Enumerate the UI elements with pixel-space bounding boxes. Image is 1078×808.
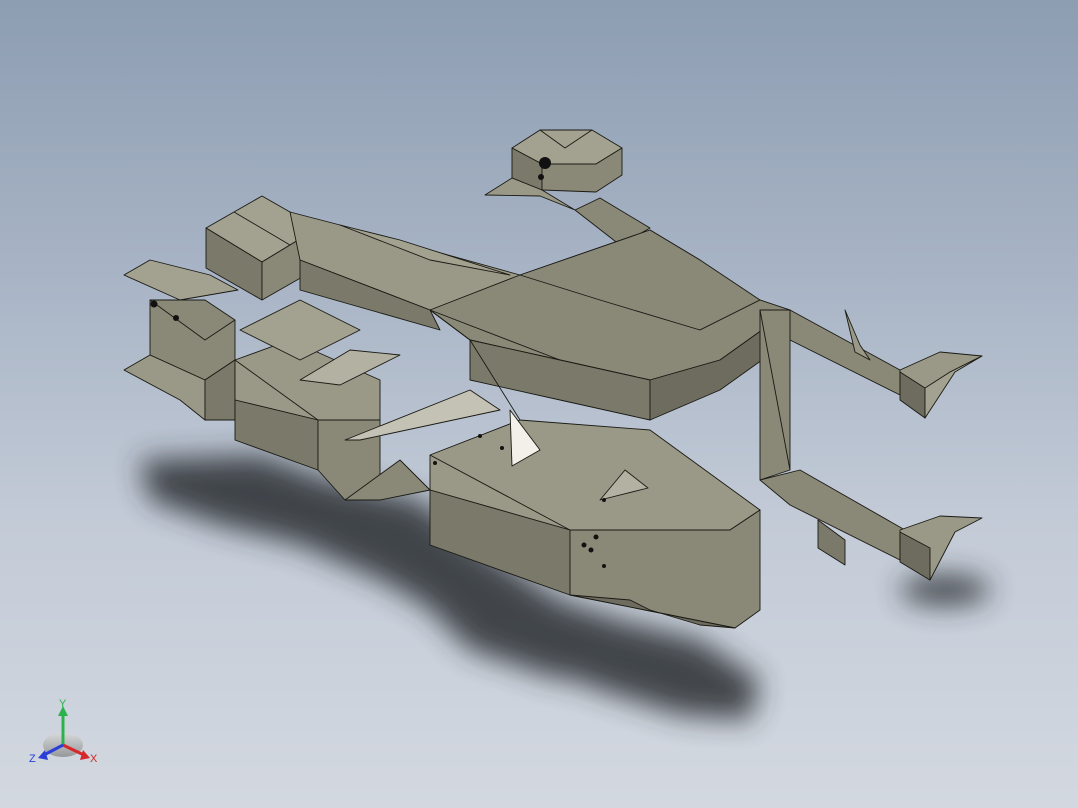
graphics-viewport[interactable]: Y X Z <box>0 0 1078 808</box>
rear-bracket[interactable] <box>484 129 651 246</box>
right-arm[interactable] <box>759 299 983 581</box>
x-axis-label: X <box>90 753 98 765</box>
model-view[interactable]: Y X Z <box>0 0 1078 808</box>
y-axis-label: Y <box>59 698 67 710</box>
view-orientation-triad[interactable]: Y X Z <box>29 698 98 765</box>
cad-model-part[interactable] <box>123 129 983 629</box>
z-axis-label: Z <box>29 753 36 765</box>
